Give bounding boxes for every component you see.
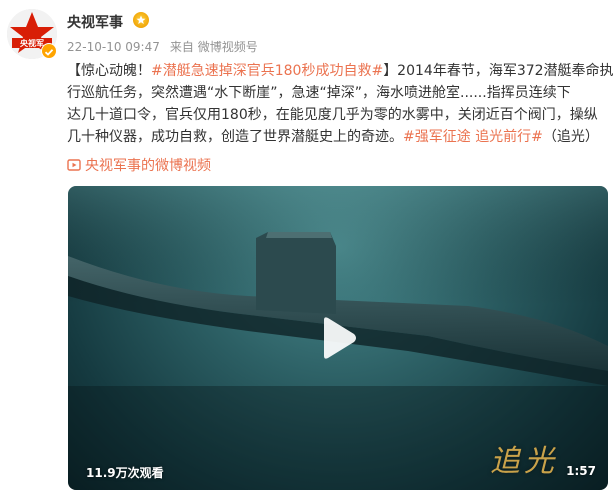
- view-count: 11.9万次观看: [86, 466, 164, 480]
- content-line-3: 达几十道口令，官兵仅用180秒，在能见度几乎为零的水雾中，关闭近百个阀门，操纵: [67, 107, 598, 123]
- hashtag-link[interactable]: #强军征途: [403, 129, 471, 145]
- video-watermark: 追光: [490, 444, 558, 479]
- verified-badge-icon: [41, 43, 57, 59]
- content-text: 】2014年春节，海军372潜艇奉命执: [383, 63, 614, 79]
- post-time[interactable]: 22-10-10 09:47: [67, 40, 160, 54]
- content-line-4: 几十种仪器，成功自救，创造了世界潜艇史上的奇迹。#强军征途 追光前行#（追光）: [67, 126, 605, 148]
- content-text: 几十种仪器，成功自救，创造了世界潜艇史上的奇迹。: [67, 129, 403, 145]
- content-line-1: 【惊心动魄！#潜艇急速掉深官兵180秒成功自救#】2014年春节，海军372潜艇…: [67, 60, 614, 82]
- source-prefix: 来自: [169, 40, 194, 54]
- content-line-2: 行巡航任务，突然遭遇“水下断崖”，急速“掉深”，海水喷进舱室......指挥员连…: [67, 85, 571, 101]
- play-icon[interactable]: [318, 316, 358, 360]
- video-source-label: 央视军事的微博视频: [85, 158, 211, 174]
- medal-icon: [133, 12, 149, 28]
- source-name[interactable]: 微博视频号: [198, 40, 258, 54]
- author-name[interactable]: 央视军事: [67, 12, 123, 32]
- video-source-link[interactable]: 央视军事的微博视频: [67, 155, 211, 175]
- content-text: （追光）: [542, 129, 599, 145]
- content-text: 【惊心动魄！: [67, 63, 151, 79]
- post-content: 【惊心动魄！#潜艇急速掉深官兵180秒成功自救#】2014年春节，海军372潜艇…: [67, 60, 614, 148]
- post-meta: 22-10-10 09:47 来自 微博视频号: [67, 38, 258, 55]
- video-duration: 1:57: [566, 464, 596, 478]
- video-icon: [67, 159, 81, 171]
- hashtag-link[interactable]: #潜艇急速掉深官兵180秒成功自救#: [151, 63, 383, 79]
- hashtag-link[interactable]: 追光前行#: [475, 129, 543, 145]
- video-player[interactable]: 追光 11.9万次观看 1:57: [68, 186, 608, 490]
- svg-text:央视军: 央视军: [20, 38, 44, 48]
